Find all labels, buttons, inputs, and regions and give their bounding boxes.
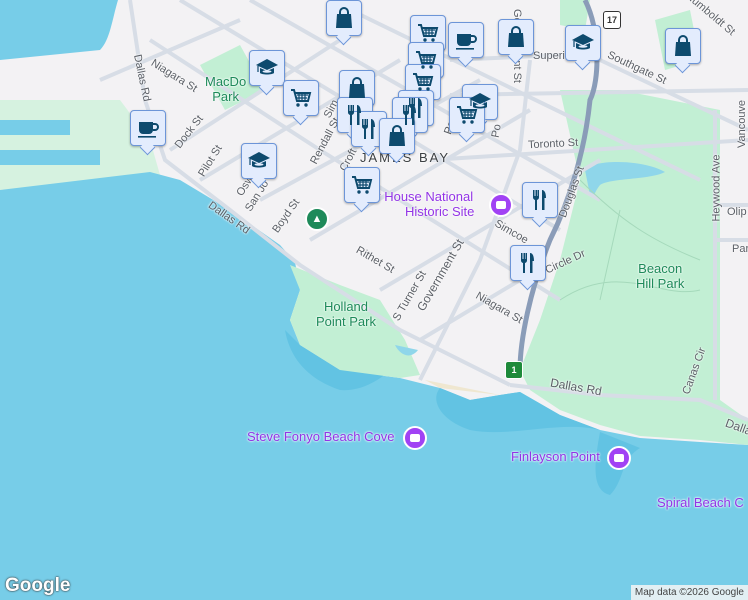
park-label-holland-point[interactable]: Holland Point Park bbox=[316, 299, 376, 329]
google-logo: Google bbox=[5, 575, 71, 596]
graduation-cap-icon bbox=[571, 31, 595, 55]
shopping-bag-icon bbox=[345, 76, 369, 100]
coffee-cup-marker[interactable] bbox=[130, 110, 166, 146]
graduation-cap-icon bbox=[247, 149, 271, 173]
shopping-cart-marker[interactable] bbox=[344, 167, 380, 203]
shopping-bag-icon bbox=[504, 25, 528, 49]
shopping-bag-marker[interactable] bbox=[665, 28, 701, 64]
shopping-bag-icon bbox=[332, 6, 356, 30]
beach-camera-icon[interactable] bbox=[403, 426, 427, 450]
shopping-cart-icon bbox=[455, 103, 479, 127]
shopping-bag-icon bbox=[385, 124, 409, 148]
shopping-cart-marker[interactable] bbox=[283, 80, 319, 116]
graduation-cap-marker[interactable] bbox=[565, 25, 601, 61]
poi-label-emily-carr[interactable]: r House National Historic Site bbox=[375, 189, 474, 219]
street-label: Par bbox=[732, 243, 748, 255]
fork-knife-icon bbox=[528, 188, 552, 212]
shopping-bag-marker[interactable] bbox=[326, 0, 362, 36]
viewpoint-camera-icon[interactable] bbox=[607, 446, 631, 470]
shopping-cart-icon bbox=[289, 86, 313, 110]
highway-17-shield: 17 bbox=[603, 11, 621, 29]
coffee-cup-marker[interactable] bbox=[448, 22, 484, 58]
fork-knife-marker[interactable] bbox=[522, 182, 558, 218]
shopping-cart-icon bbox=[411, 70, 435, 94]
street-label: Heywood Ave bbox=[710, 154, 723, 222]
poi-label-spiral-beach[interactable]: Spiral Beach C bbox=[657, 495, 744, 510]
coffee-cup-icon bbox=[454, 28, 478, 52]
shopping-cart-icon bbox=[350, 173, 374, 197]
historic-site-icon[interactable] bbox=[489, 193, 513, 217]
street-label: Vancouve bbox=[736, 99, 748, 149]
fork-knife-icon bbox=[357, 117, 381, 141]
graduation-cap-marker[interactable] bbox=[249, 50, 285, 86]
fork-knife-marker[interactable] bbox=[510, 245, 546, 281]
street-label: Po bbox=[489, 123, 504, 139]
map-attribution[interactable]: Map data ©2026 Google bbox=[630, 585, 748, 600]
shopping-cart-icon bbox=[416, 21, 440, 45]
graduation-cap-icon bbox=[255, 56, 279, 80]
shopping-bag-icon bbox=[671, 34, 695, 58]
street-label: Superi bbox=[533, 50, 565, 62]
poi-label-steve-fonyo[interactable]: Steve Fonyo Beach Cove bbox=[247, 429, 394, 444]
park-label-beacon-hill[interactable]: Beacon Hill Park bbox=[636, 261, 684, 291]
coffee-cup-icon bbox=[136, 116, 160, 140]
park-tree-icon[interactable]: ▲ bbox=[305, 207, 329, 231]
fork-knife-icon bbox=[516, 251, 540, 275]
shopping-cart-icon bbox=[414, 48, 438, 72]
poi-label-finlayson-point[interactable]: Finlayson Point bbox=[511, 449, 600, 464]
street-label: Olip bbox=[727, 206, 747, 218]
graduation-cap-marker[interactable] bbox=[241, 143, 277, 179]
shopping-bag-marker[interactable] bbox=[498, 19, 534, 55]
park-label-macdonald[interactable]: MacDo Park bbox=[205, 74, 246, 104]
highway-1-shield: 1 bbox=[505, 361, 523, 379]
